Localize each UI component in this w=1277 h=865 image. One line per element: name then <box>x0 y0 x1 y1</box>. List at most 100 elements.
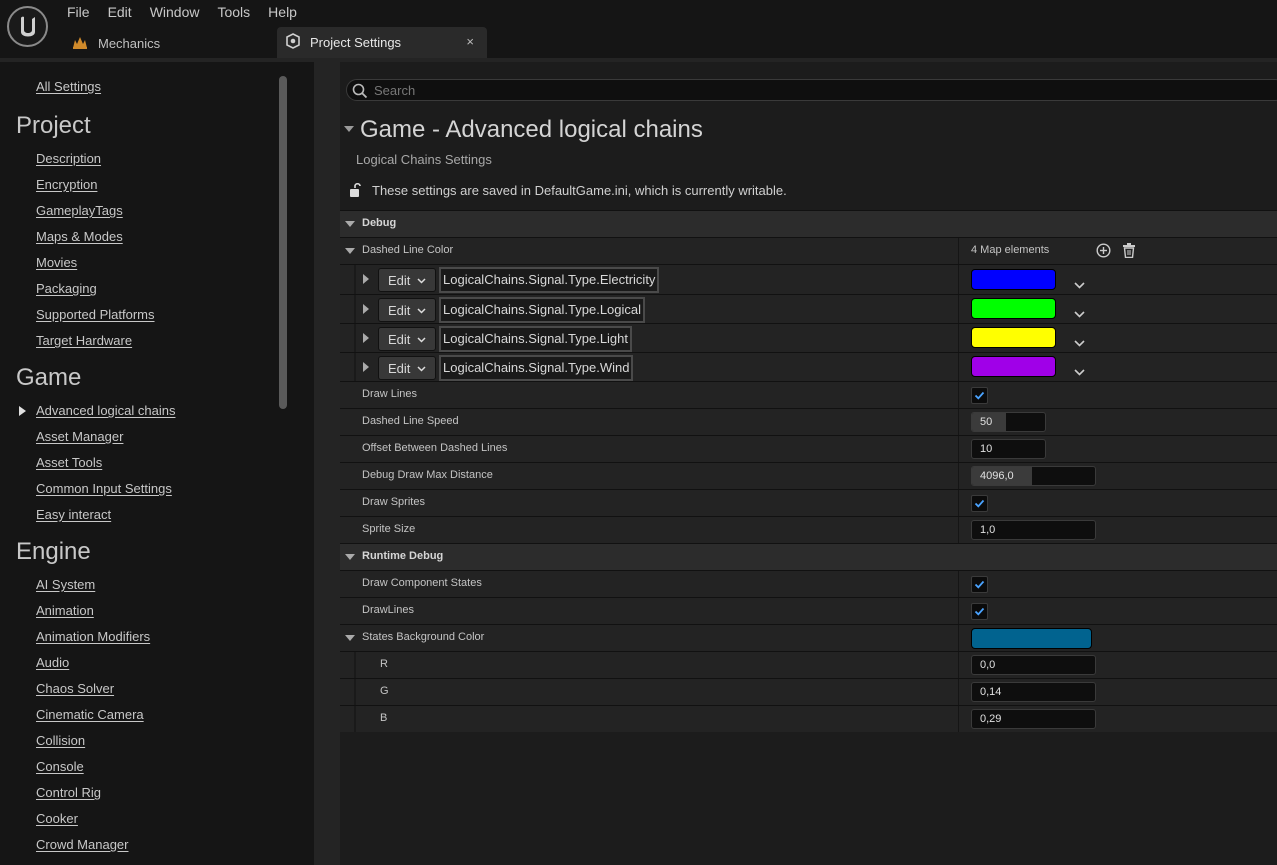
color-swatch[interactable] <box>971 269 1056 290</box>
color-b-input[interactable]: 0,29 <box>971 709 1096 729</box>
color-swatch[interactable] <box>971 356 1056 377</box>
draw-component-states-row: Draw Component States <box>340 570 1277 597</box>
menu-tools[interactable]: Tools <box>208 0 259 24</box>
sidebar-item-common-input-settings[interactable]: Common Input Settings <box>36 481 172 496</box>
sidebar-item-console[interactable]: Console <box>36 759 84 774</box>
chevron-down-icon[interactable] <box>1074 305 1085 323</box>
color-swatch[interactable] <box>971 628 1092 649</box>
sidebar-scrollbar[interactable] <box>279 76 287 409</box>
trash-icon[interactable] <box>1122 243 1136 263</box>
sidebar-item-description[interactable]: Description <box>36 151 101 166</box>
sidebar-item-all-settings[interactable]: All Settings <box>36 79 101 94</box>
sidebar-item-easy-interact[interactable]: Easy interact <box>36 507 111 522</box>
map-count: 4 Map elements <box>971 244 1050 256</box>
value-text: 4096,0 <box>980 470 1014 482</box>
expand-arrow-icon[interactable] <box>363 333 369 343</box>
sprite-size-input[interactable]: 1,0 <box>971 520 1096 540</box>
sidebar-item-target-hardware[interactable]: Target Hardware <box>36 333 132 348</box>
page-subtitle: Logical Chains Settings <box>356 152 492 167</box>
category-label: Runtime Debug <box>362 550 444 562</box>
project-tab-label: Mechanics <box>98 35 161 51</box>
edit-key-dropdown[interactable]: Edit <box>378 298 436 322</box>
expand-arrow-icon[interactable] <box>345 554 355 560</box>
sidebar-item-maps-modes[interactable]: Maps & Modes <box>36 229 123 244</box>
dashed-line-speed-input[interactable]: 50 <box>971 412 1046 432</box>
chevron-down-icon[interactable] <box>1074 334 1085 352</box>
sidebar-item-crowd-manager[interactable]: Crowd Manager <box>36 837 129 852</box>
map-key-field[interactable]: LogicalChains.Signal.Type.Electricity <box>439 267 660 293</box>
expand-arrow-icon[interactable] <box>345 635 355 641</box>
expand-arrow-icon[interactable] <box>363 304 369 314</box>
top-bar: File Edit Window Tools Help Mechanics Pr… <box>0 0 1277 60</box>
sidebar-item-advanced-logical-chains[interactable]: Advanced logical chains <box>36 403 175 418</box>
sidebar-item-animation[interactable]: Animation <box>36 603 94 618</box>
property-label: G <box>380 685 389 697</box>
color-g-row: G 0,14 <box>340 678 1277 705</box>
sidebar-item-cooker[interactable]: Cooker <box>36 811 78 826</box>
drawlines-checkbox[interactable] <box>971 603 988 620</box>
map-key-field[interactable]: LogicalChains.Signal.Type.Light <box>439 326 633 352</box>
sidebar-item-collision[interactable]: Collision <box>36 733 85 748</box>
edit-key-dropdown[interactable]: Edit <box>378 268 436 292</box>
menu-window[interactable]: Window <box>141 0 209 24</box>
sidebar-item-asset-manager[interactable]: Asset Manager <box>36 429 123 444</box>
chevron-down-icon[interactable] <box>1074 363 1085 381</box>
category-debug[interactable]: Debug <box>340 210 1277 237</box>
value-text: 50 <box>980 416 993 428</box>
expand-arrow-icon[interactable] <box>345 221 355 227</box>
sidebar-item-cinematic-camera[interactable]: Cinematic Camera <box>36 707 144 722</box>
sidebar-item-animation-modifiers[interactable]: Animation Modifiers <box>36 629 150 644</box>
map-entry-row: Edit LogicalChains.Signal.Type.Electrici… <box>340 264 1277 294</box>
max-distance-input[interactable]: 4096,0 <box>971 466 1096 486</box>
sidebar-item-packaging[interactable]: Packaging <box>36 281 97 296</box>
sidebar-item-gameplaytags[interactable]: GameplayTags <box>36 203 123 218</box>
collapse-section-icon[interactable] <box>344 126 354 132</box>
sidebar-item-chaos-solver[interactable]: Chaos Solver <box>36 681 114 696</box>
map-key-field[interactable]: LogicalChains.Signal.Type.Wind <box>439 355 634 381</box>
draw-sprites-checkbox[interactable] <box>971 495 988 512</box>
edit-label: Edit <box>388 332 411 347</box>
project-icon <box>72 35 88 52</box>
sidebar-heading-game: Game <box>16 364 82 391</box>
menu-edit[interactable]: Edit <box>99 0 141 24</box>
expand-arrow-icon[interactable] <box>345 248 355 254</box>
search-input[interactable] <box>374 82 1254 98</box>
sidebar-item-asset-tools[interactable]: Asset Tools <box>36 455 102 470</box>
edit-key-dropdown[interactable]: Edit <box>378 356 436 380</box>
expand-arrow-icon[interactable] <box>363 274 369 284</box>
property-label: Sprite Size <box>362 523 416 535</box>
map-entry-row: Edit LogicalChains.Signal.Type.Wind <box>340 352 1277 381</box>
sidebar-item-ai-system[interactable]: AI System <box>36 577 95 592</box>
project-tab[interactable]: Mechanics <box>72 33 160 53</box>
unreal-logo-icon[interactable] <box>7 6 48 47</box>
chevron-down-icon[interactable] <box>1074 276 1085 294</box>
property-label: B <box>380 712 388 724</box>
edit-key-dropdown[interactable]: Edit <box>378 327 436 351</box>
menu-help[interactable]: Help <box>259 0 306 24</box>
close-icon[interactable]: × <box>466 34 474 49</box>
draw-lines-row: Draw Lines <box>340 381 1277 408</box>
color-r-input[interactable]: 0,0 <box>971 655 1096 675</box>
sidebar-item-audio[interactable]: Audio <box>36 655 69 670</box>
map-key-field[interactable]: LogicalChains.Signal.Type.Logical <box>439 297 646 323</box>
color-swatch[interactable] <box>971 327 1056 348</box>
color-swatch[interactable] <box>971 298 1056 319</box>
sidebar-item-control-rig[interactable]: Control Rig <box>36 785 101 800</box>
offset-between-input[interactable]: 10 <box>971 439 1046 459</box>
menu-file[interactable]: File <box>58 0 99 24</box>
sidebar-item-supported-platforms[interactable]: Supported Platforms <box>36 307 155 322</box>
draw-lines-checkbox[interactable] <box>971 387 988 404</box>
panel-splitter[interactable] <box>314 62 340 865</box>
sidebar-item-encryption[interactable]: Encryption <box>36 177 97 192</box>
draw-component-states-checkbox[interactable] <box>971 576 988 593</box>
settings-icon <box>285 33 301 52</box>
add-element-icon[interactable] <box>1096 243 1111 263</box>
map-entry-row: Edit LogicalChains.Signal.Type.Light <box>340 323 1277 352</box>
color-g-input[interactable]: 0,14 <box>971 682 1096 702</box>
category-runtime-debug[interactable]: Runtime Debug <box>340 543 1277 570</box>
sidebar-item-movies[interactable]: Movies <box>36 255 77 270</box>
expand-arrow-icon[interactable] <box>363 362 369 372</box>
project-settings-tab[interactable]: Project Settings × <box>277 27 487 58</box>
sidebar-heading-project: Project <box>16 112 91 139</box>
property-label: Offset Between Dashed Lines <box>362 442 508 454</box>
